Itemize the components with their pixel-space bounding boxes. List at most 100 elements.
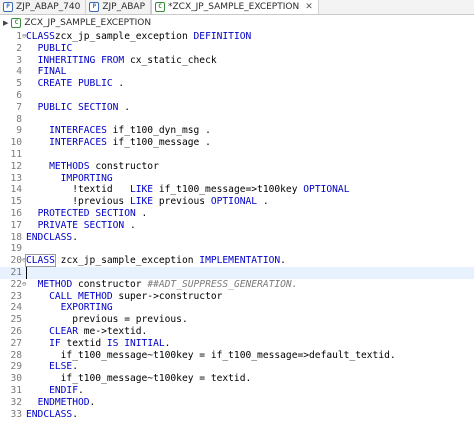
code-line[interactable]: 14 !textid LIKE if_t100_message=>t100key… <box>0 184 474 196</box>
code-line[interactable]: 13 IMPORTING <box>0 173 474 185</box>
code-line[interactable]: 25 previous = previous. <box>0 314 474 326</box>
code-line[interactable]: 1 ⊖ CLASSzcx_jp_sample_exception DEFINITIO… <box>0 31 474 43</box>
code-line[interactable]: 7 PUBLIC SECTION . <box>0 102 474 114</box>
keyword-token: EXPORTING <box>60 302 113 314</box>
line-number: 22 <box>10 278 22 290</box>
code-line[interactable]: 2 PUBLIC <box>0 43 474 55</box>
code-token: . <box>135 208 148 219</box>
keyword-token: OPTIONAL <box>210 196 258 208</box>
editor-tab-label: ZJP_ABAP <box>102 1 146 12</box>
code-text: ENDIF. <box>26 385 84 397</box>
code-token: cx_static_check <box>124 54 217 66</box>
code-line[interactable]: 26 CLEAR me->textid. <box>0 326 474 338</box>
code-line[interactable]: 10 INTERFACES if_t100_message . <box>0 137 474 149</box>
breadcrumb-label[interactable]: ZCX_JP_SAMPLE_EXCEPTION <box>24 18 151 28</box>
code-line[interactable]: 23 CALL METHOD super->constructor <box>0 291 474 303</box>
code-line[interactable]: 21 <box>0 267 474 279</box>
editor-tab[interactable]: P ZJP_ABAP <box>86 0 152 14</box>
keyword-token: IMPLEMENTATION <box>199 255 281 267</box>
code-line[interactable]: 8 <box>0 114 474 126</box>
keyword-token: LIKE <box>129 196 154 208</box>
code-token: textid <box>60 337 107 349</box>
line-number: 17 <box>10 219 22 231</box>
code-line[interactable]: 18 ENDCLASS. <box>0 232 474 244</box>
editor-tab-label: ZJP_ABAP_740 <box>16 1 81 12</box>
keyword-token: PROTECTED SECTION <box>37 208 136 219</box>
code-line[interactable]: 16 PROTECTED SECTION . <box>0 208 474 220</box>
code-text: ENDMETHOD. <box>26 396 96 409</box>
code-text: !previous LIKE previous OPTIONAL . <box>26 196 268 208</box>
code-line[interactable]: 32 ENDMETHOD. <box>0 397 474 409</box>
code-token: if_t100_message=>t100key <box>153 184 304 196</box>
code-text: ENDCLASS. <box>26 232 78 244</box>
line-number: 15 <box>10 196 22 208</box>
close-icon[interactable]: ✕ <box>305 2 313 12</box>
code-line[interactable]: 17 PRIVATE SECTION . <box>0 220 474 232</box>
code-line[interactable]: 3 INHERITING FROM cx_static_check <box>0 55 474 67</box>
code-line[interactable]: 19 <box>0 243 474 255</box>
code-text: METHODS constructor <box>26 161 159 173</box>
editor-tab-label: *ZCX_JP_SAMPLE_EXCEPTION <box>168 1 300 12</box>
line-number: 4 <box>16 66 22 78</box>
code-line[interactable]: 31 ENDIF. <box>0 385 474 397</box>
code-line[interactable]: 20 ⊖ CLASS zcx_jp_sample_exception IMPLEME… <box>0 254 474 268</box>
code-token: . <box>280 255 286 267</box>
code-line[interactable]: 29 ELSE. <box>0 361 474 373</box>
code-text: EXPORTING <box>26 302 113 314</box>
code-line[interactable]: 11 <box>0 149 474 161</box>
code-line[interactable]: 28 if_t100_message~t100key = if_t100_mes… <box>0 350 474 362</box>
line-number: 23 <box>10 290 22 302</box>
breadcrumb-arrow-icon[interactable]: ▶ <box>3 19 8 27</box>
code-text: PUBLIC <box>26 43 73 55</box>
code-line[interactable]: 12 METHODS constructor <box>0 161 474 173</box>
code-text: INHERITING FROM cx_static_check <box>26 55 217 67</box>
code-line[interactable]: 30 if_t100_message~t100key = textid. <box>0 373 474 385</box>
code-text: if_t100_message~t100key = if_t100_messag… <box>26 350 396 362</box>
code-text: CALL METHOD super->constructor <box>26 291 222 303</box>
code-line[interactable]: 6 <box>0 90 474 102</box>
code-token: zcx_jp_sample_exception <box>54 255 200 267</box>
code-token: if_t100_message~t100key = textid. <box>26 373 252 385</box>
line-number: 10 <box>10 137 22 149</box>
line-number: 32 <box>10 396 22 408</box>
keyword-token: ENDMETHOD <box>37 396 90 408</box>
keyword-token: ENDCLASS <box>26 408 73 420</box>
keyword-token: DEFINITION <box>193 31 252 42</box>
breadcrumb[interactable]: ▶ C ZCX_JP_SAMPLE_EXCEPTION <box>0 16 474 29</box>
code-token: . <box>72 231 78 243</box>
code-token: super->constructor <box>112 290 223 302</box>
line-number: 8 <box>16 113 22 125</box>
code-line[interactable]: 24 EXPORTING <box>0 302 474 314</box>
code-line[interactable]: 27 IF textid IS INITIAL. <box>0 338 474 350</box>
editor-tab[interactable]: C *ZCX_JP_SAMPLE_EXCEPTION ✕ <box>151 0 319 14</box>
code-line[interactable]: 9 INTERFACES if_t100_dyn_msg . <box>0 125 474 137</box>
code-line[interactable]: 22 ⊖ METHOD constructor ##ADT_SUPPRESS_GE… <box>0 279 474 291</box>
code-token: !textid <box>26 184 130 196</box>
line-number: 25 <box>10 314 22 326</box>
editor-tab[interactable]: P ZJP_ABAP_740 <box>0 0 87 14</box>
keyword-token: IF <box>49 337 61 349</box>
code-text: IF textid IS INITIAL. <box>26 338 170 350</box>
code-line[interactable]: 5 CREATE PUBLIC . <box>0 78 474 90</box>
code-line[interactable]: 33 ENDCLASS. <box>0 409 474 421</box>
code-line[interactable]: 15 !previous LIKE previous OPTIONAL . <box>0 196 474 208</box>
code-text: CLASS zcx_jp_sample_exception IMPLEMENTA… <box>25 254 286 268</box>
keyword-token: INHERITING FROM <box>37 54 125 66</box>
line-number: 2 <box>16 42 22 54</box>
keyword-token: INTERFACES <box>49 137 107 149</box>
code-text: CLEAR me->textid. <box>26 326 147 338</box>
code-line[interactable]: 4 FINAL <box>0 66 474 78</box>
line-number: 11 <box>10 149 22 160</box>
code-token: . <box>164 337 171 349</box>
code-editor[interactable]: 1 ⊖ CLASSzcx_jp_sample_exception DEFINITIO… <box>0 31 474 421</box>
